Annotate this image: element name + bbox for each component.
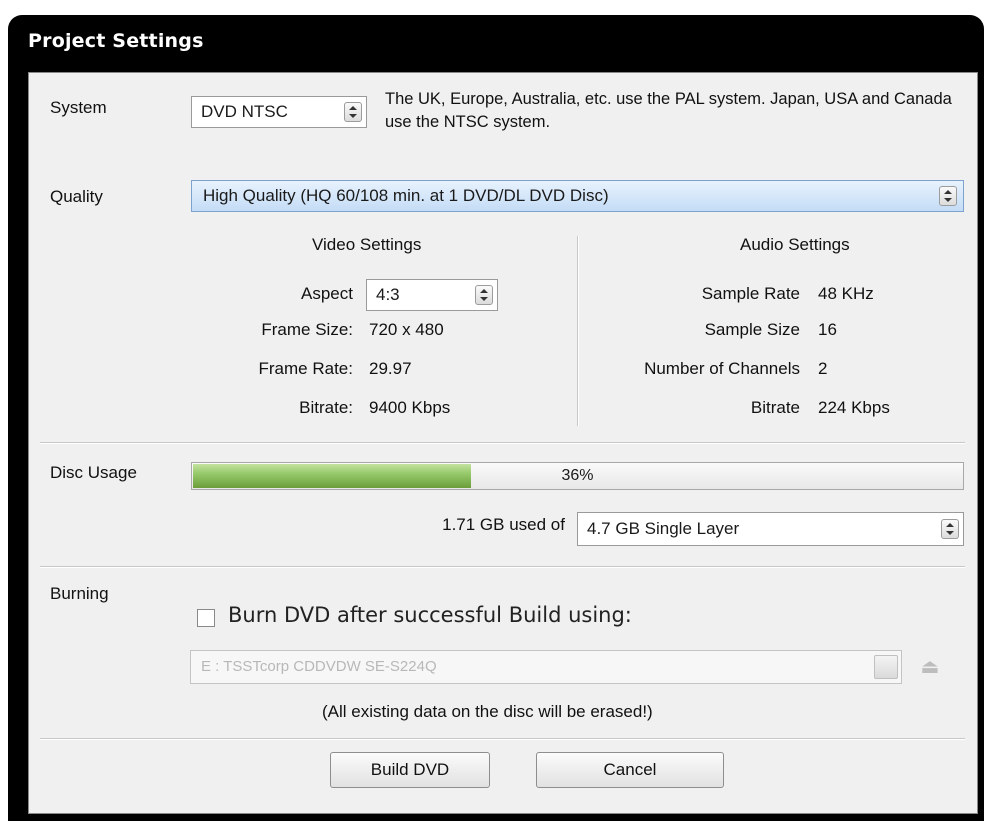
video-bitrate-value: 9400 Kbps xyxy=(369,398,451,417)
sample-rate-value: 48 KHz xyxy=(818,284,874,303)
channels-label: Number of Channels xyxy=(644,359,800,378)
system-description: The UK, Europe, Australia, etc. use the … xyxy=(385,90,952,131)
section-divider xyxy=(40,442,965,444)
aspect-label: Aspect xyxy=(301,284,353,303)
sample-size-label: Sample Size xyxy=(704,320,800,339)
disc-used-text: 1.71 GB used of xyxy=(442,515,565,534)
audio-settings-heading: Audio Settings xyxy=(740,235,850,254)
drive-dropdown-icon[interactable] xyxy=(874,655,898,679)
cancel-button[interactable]: Cancel xyxy=(536,752,724,788)
window-title: Project Settings xyxy=(28,30,204,52)
erase-warning: (All existing data on the disc will be e… xyxy=(322,702,653,721)
system-label: System xyxy=(50,98,107,117)
burning-label: Burning xyxy=(50,584,109,603)
section-divider-3 xyxy=(40,738,965,740)
quality-select[interactable]: High Quality (HQ 60/108 min. at 1 DVD/DL… xyxy=(191,180,964,212)
burner-drive-value: E : TSSTcorp CDDVDW SE-S224Q xyxy=(201,658,437,675)
channels-value: 2 xyxy=(818,359,828,378)
quality-label: Quality xyxy=(50,187,103,206)
frame-size-value: 720 x 480 xyxy=(369,320,444,339)
aspect-select[interactable]: 4:3 xyxy=(366,279,498,311)
sample-size-value: 16 xyxy=(818,320,837,339)
disc-usage-label: Disc Usage xyxy=(50,463,137,482)
audio-bitrate-label: Bitrate xyxy=(750,398,800,417)
video-bitrate-label: Bitrate: xyxy=(299,398,353,417)
quality-value: High Quality (HQ 60/108 min. at 1 DVD/DL… xyxy=(203,186,609,205)
settings-divider xyxy=(577,236,579,426)
aspect-spin-icon[interactable] xyxy=(475,285,493,305)
disc-usage-percent: 36% xyxy=(561,467,594,484)
frame-rate-label: Frame Rate: xyxy=(258,359,353,378)
system-select[interactable]: DVD NTSC xyxy=(191,96,367,128)
disc-type-select[interactable]: 4.7 GB Single Layer xyxy=(577,512,964,546)
system-value: DVD NTSC xyxy=(201,102,288,121)
burner-drive-select[interactable]: E : TSSTcorp CDDVDW SE-S224Q xyxy=(190,650,902,684)
disc-type-value: 4.7 GB Single Layer xyxy=(587,519,740,538)
sample-rate-label: Sample Rate xyxy=(701,284,800,303)
burn-dvd-checkbox[interactable] xyxy=(197,609,215,627)
disc-usage-progress: 36% xyxy=(191,462,964,490)
frame-size-label: Frame Size: xyxy=(261,320,353,339)
video-settings-heading: Video Settings xyxy=(312,235,422,254)
aspect-value: 4:3 xyxy=(376,285,400,304)
frame-rate-value: 29.97 xyxy=(369,359,412,378)
system-spin-icon[interactable] xyxy=(344,102,362,122)
disc-type-spin-icon[interactable] xyxy=(941,519,959,539)
eject-icon[interactable]: ⏏ xyxy=(916,652,944,680)
quality-spin-icon[interactable] xyxy=(939,186,957,206)
section-divider-2 xyxy=(40,566,965,568)
burn-dvd-checkbox-label[interactable]: Burn DVD after successful Build using: xyxy=(228,603,632,627)
audio-bitrate-value: 224 Kbps xyxy=(818,398,890,417)
build-dvd-button[interactable]: Build DVD xyxy=(330,752,490,788)
